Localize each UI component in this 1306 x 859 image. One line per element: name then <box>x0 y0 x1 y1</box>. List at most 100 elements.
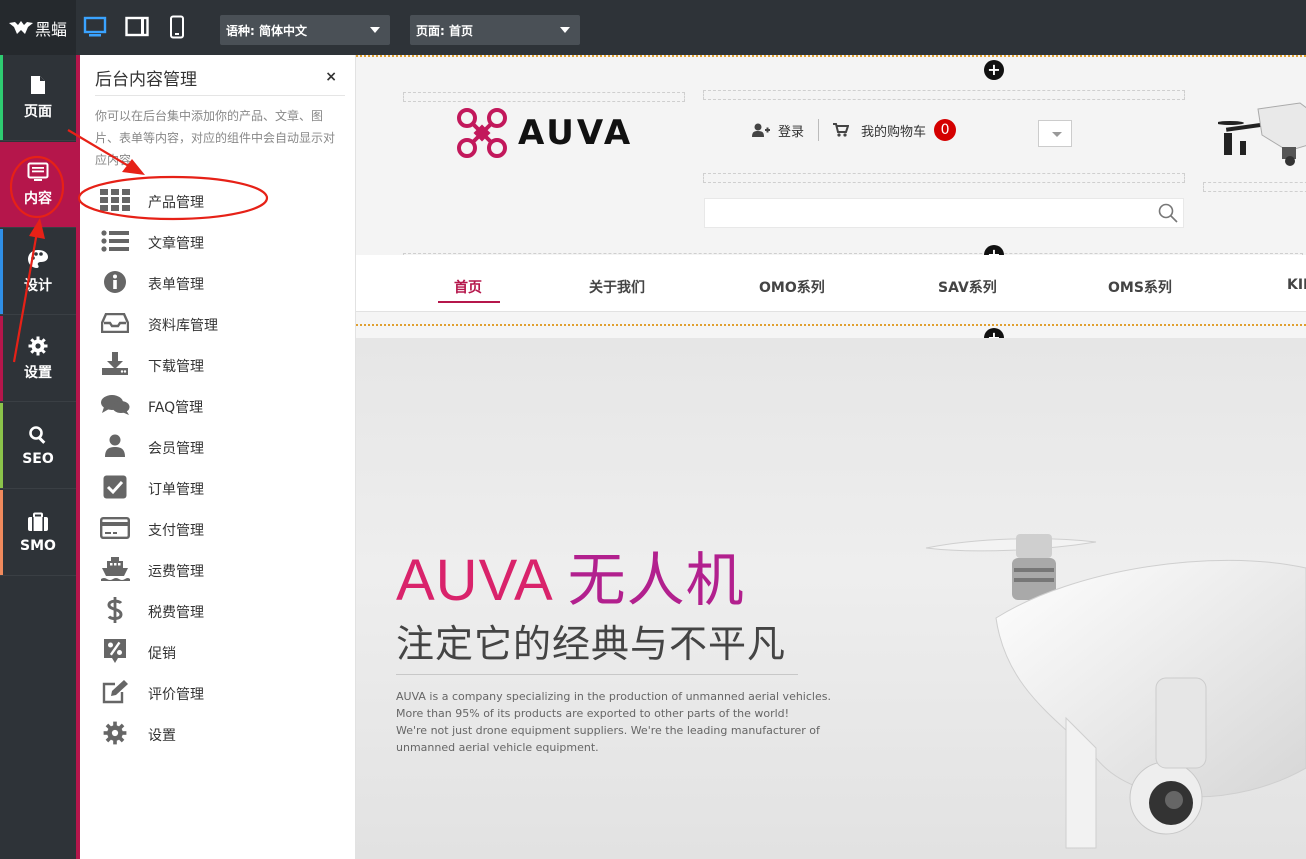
panel-description: 你可以在后台集中添加你的产品、文章、图片、表单等内容，对应的组件中会自动显示对应… <box>95 109 336 167</box>
rail-color-bar <box>0 490 3 575</box>
rail-item-smo[interactable]: SMO <box>0 490 76 576</box>
desktop-icon <box>83 16 107 37</box>
menu-item-label: 会员管理 <box>148 441 204 457</box>
rail-item-label: 设置 <box>24 364 52 381</box>
percent-icon <box>100 637 130 665</box>
cart-icon <box>833 123 850 137</box>
app-logo[interactable]: 黑蝠 <box>0 0 76 55</box>
list-icon <box>100 227 130 255</box>
search-icon <box>29 425 46 444</box>
site-preview[interactable]: + AUVA 登录 我的购物车 0 + 首页 <box>356 55 1306 859</box>
nav-item-kin[interactable]: KIN <box>1287 277 1306 293</box>
phone-icon <box>170 15 184 39</box>
menu-item-forms[interactable]: 表单管理 <box>80 262 356 303</box>
nav-item-about[interactable]: 关于我们 <box>589 277 645 297</box>
rail-item-label: SEO <box>22 450 54 467</box>
menu-item-shipping[interactable]: 运费管理 <box>80 549 356 590</box>
menu-item-downloads[interactable]: 下载管理 <box>80 344 356 385</box>
rail-color-bar <box>0 55 3 140</box>
menu-item-library[interactable]: 资料库管理 <box>80 303 356 344</box>
page-select[interactable]: 页面: 首页 <box>410 15 580 45</box>
hero-desc-line: AUVA is a company specializing in the pr… <box>396 690 831 703</box>
menu-item-payment[interactable]: 支付管理 <box>80 508 356 549</box>
menu-item-promotion[interactable]: 促销 <box>80 631 356 672</box>
hero-title-brand: AUVA <box>396 548 551 613</box>
site-brand-name: AUVA <box>518 113 634 153</box>
menu-item-settings[interactable]: 设置 <box>80 713 356 754</box>
rail-color-bar <box>0 229 3 314</box>
menu-item-faq[interactable]: FAQ管理 <box>80 385 356 426</box>
site-search-input[interactable] <box>704 198 1184 228</box>
menu-item-tax[interactable]: 税费管理 <box>80 590 356 631</box>
tablet-icon <box>125 16 149 37</box>
chat-icon <box>100 391 130 419</box>
drone-logo-icon <box>457 108 507 158</box>
nav-item-oms[interactable]: OMS系列 <box>1108 277 1172 297</box>
menu-item-reviews[interactable]: 评价管理 <box>80 672 356 713</box>
briefcase-icon <box>28 512 48 531</box>
credit-card-icon <box>100 514 130 542</box>
menu-item-label: 下载管理 <box>148 359 204 375</box>
nav-item-sav[interactable]: SAV系列 <box>938 277 997 297</box>
close-icon[interactable]: × <box>325 69 337 85</box>
rail-item-label: 设计 <box>24 277 52 294</box>
menu-item-label: 评价管理 <box>148 687 204 703</box>
site-nav: 首页 关于我们 OMO系列 SAV系列 OMS系列 KIN <box>356 255 1306 312</box>
cart-count-badge: 0 <box>934 119 957 141</box>
hero-title: AUVA 无人机 <box>396 533 745 617</box>
hero-desc-line: unmanned aerial vehicle equipment. <box>396 741 599 754</box>
rail-item-design[interactable]: 设计 <box>0 229 76 315</box>
top-toolbar: 黑蝠 语种: 简体中文 页面: 首页 <box>0 0 1306 55</box>
placeholder-box <box>703 90 1185 100</box>
placeholder-box <box>703 173 1185 183</box>
placeholder-box <box>403 92 685 102</box>
menu-item-articles[interactable]: 文章管理 <box>80 221 356 262</box>
menu-item-label: FAQ管理 <box>148 400 204 416</box>
rail-color-bar <box>0 316 3 401</box>
rail-item-page[interactable]: 页面 <box>0 55 76 141</box>
tablet-view-button[interactable] <box>125 14 149 40</box>
info-icon <box>100 268 130 296</box>
nav-item-home[interactable]: 首页 <box>454 277 482 297</box>
header-dropdown[interactable] <box>1038 120 1072 147</box>
hero-desc-line: More than 95% of its products are export… <box>396 707 790 720</box>
search-icon[interactable] <box>1158 203 1178 223</box>
menu-item-products[interactable]: 产品管理 <box>80 180 356 221</box>
user-bar-divider <box>818 119 820 141</box>
cart-link[interactable]: 我的购物车 <box>861 121 926 140</box>
rail-item-content[interactable]: 内容 <box>0 142 76 228</box>
hero-title-product: 无人机 <box>567 548 745 613</box>
app-logo-text: 黑蝠 <box>34 19 67 39</box>
language-select[interactable]: 语种: 简体中文 <box>220 15 390 45</box>
login-link[interactable]: 登录 <box>778 121 804 140</box>
gear-icon <box>100 719 130 747</box>
palette-icon <box>28 249 48 268</box>
menu-item-members[interactable]: 会员管理 <box>80 426 356 467</box>
add-section-icon[interactable]: + <box>984 60 1004 80</box>
section-boundary <box>356 324 1306 326</box>
menu-item-label: 文章管理 <box>148 236 204 252</box>
rail-item-seo[interactable]: SEO <box>0 403 76 489</box>
user-bar: 登录 我的购物车 0 <box>752 119 957 141</box>
dollar-icon <box>100 596 130 624</box>
site-logo[interactable]: AUVA <box>456 107 633 159</box>
rail-item-label: 页面 <box>24 103 52 120</box>
menu-item-label: 资料库管理 <box>148 318 218 334</box>
phone-view-button[interactable] <box>165 14 189 40</box>
desktop-view-button[interactable] <box>83 14 107 40</box>
menu-item-label: 表单管理 <box>148 277 204 293</box>
hero-subtitle: 注定它的经典与不平凡 <box>396 622 787 666</box>
ship-icon <box>100 555 130 583</box>
grid-icon <box>100 186 130 214</box>
nav-item-omo[interactable]: OMO系列 <box>759 277 825 297</box>
chevron-down-icon <box>370 27 380 33</box>
rail-item-settings[interactable]: 设置 <box>0 316 76 402</box>
section-boundary <box>356 55 1306 57</box>
gear-icon <box>28 336 48 355</box>
language-select-value: 语种: 简体中文 <box>226 23 307 38</box>
menu-item-label: 支付管理 <box>148 523 204 539</box>
download-icon <box>100 350 130 378</box>
hero-desc-line: We're not just drone equipment suppliers… <box>396 724 820 737</box>
hero-banner: AUVA 无人机 注定它的经典与不平凡 AUVA is a company sp… <box>356 338 1306 859</box>
menu-item-orders[interactable]: 订单管理 <box>80 467 356 508</box>
